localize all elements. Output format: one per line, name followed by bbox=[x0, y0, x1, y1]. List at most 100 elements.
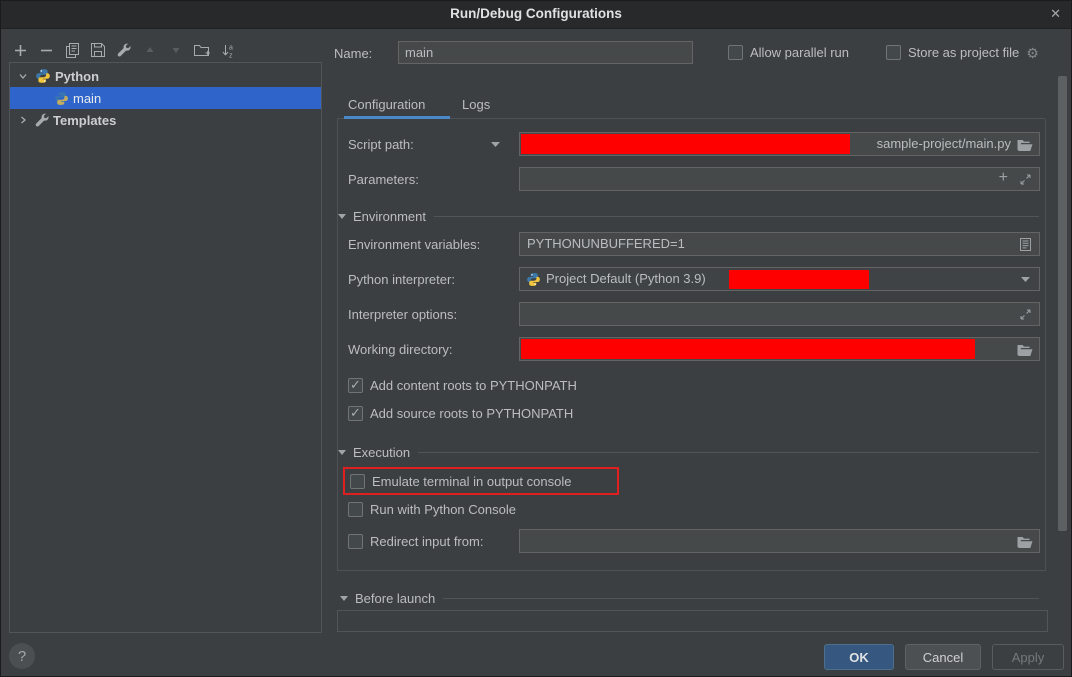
checkbox-box[interactable] bbox=[348, 378, 363, 393]
chevron-down-icon[interactable] bbox=[1021, 277, 1030, 282]
tree-group-templates[interactable]: Templates bbox=[10, 109, 321, 131]
before-launch-section-header: Before launch bbox=[340, 590, 1039, 606]
python-interpreter-label: Python interpreter: bbox=[348, 272, 455, 287]
save-configuration-button[interactable] bbox=[89, 41, 107, 59]
sort-configurations-button[interactable]: az bbox=[219, 41, 237, 59]
interpreter-options-field[interactable] bbox=[519, 302, 1040, 326]
emulate-terminal-checkbox[interactable] bbox=[350, 474, 365, 489]
collapse-caret-icon[interactable] bbox=[340, 596, 348, 601]
environment-section-header: Environment bbox=[338, 208, 1039, 224]
run-python-console-label: Run with Python Console bbox=[370, 502, 516, 517]
checkbox-box[interactable] bbox=[348, 406, 363, 421]
redaction-block bbox=[521, 339, 975, 359]
title-bar: Run/Debug Configurations ✕ bbox=[1, 1, 1071, 29]
gear-icon[interactable]: ⚙ bbox=[1026, 46, 1039, 60]
sort-alphabetically-icon: az bbox=[221, 43, 235, 58]
chevron-right-icon[interactable] bbox=[18, 115, 28, 125]
edit-templates-button[interactable] bbox=[115, 41, 133, 59]
before-launch-task-list[interactable] bbox=[337, 610, 1048, 632]
run-python-console-checkbox[interactable]: Run with Python Console bbox=[348, 502, 516, 517]
new-folder-button[interactable] bbox=[193, 41, 211, 59]
section-rule bbox=[418, 452, 1039, 453]
move-up-button[interactable] bbox=[141, 41, 159, 59]
python-interpreter-value: Project Default (Python 3.9) bbox=[546, 271, 706, 286]
python-interpreter-combobox[interactable]: Project Default (Python 3.9) bbox=[519, 267, 1040, 291]
collapse-caret-icon[interactable] bbox=[338, 214, 346, 219]
expand-icon[interactable] bbox=[1020, 174, 1031, 185]
tree-group-python[interactable]: Python bbox=[10, 65, 321, 87]
vertical-scrollbar[interactable] bbox=[1058, 76, 1067, 531]
parameters-field[interactable]: + bbox=[519, 167, 1040, 191]
add-source-roots-checkbox[interactable]: Add source roots to PYTHONPATH bbox=[348, 406, 573, 421]
environment-variables-label: Environment variables: bbox=[348, 237, 480, 252]
add-content-roots-checkbox[interactable]: Add content roots to PYTHONPATH bbox=[348, 378, 577, 393]
active-tab-underline bbox=[344, 116, 450, 119]
browse-variables-icon[interactable] bbox=[1020, 238, 1031, 251]
name-input[interactable] bbox=[398, 41, 693, 64]
folder-icon[interactable] bbox=[1017, 344, 1033, 357]
wrench-icon bbox=[117, 43, 131, 57]
apply-button[interactable]: Apply bbox=[992, 644, 1064, 670]
tree-item-main[interactable]: main bbox=[10, 87, 321, 109]
arrow-up-icon bbox=[144, 44, 156, 56]
working-directory-field[interactable] bbox=[519, 337, 1040, 361]
tab-logs[interactable]: Logs bbox=[462, 97, 490, 117]
store-as-project-file-label: Store as project file bbox=[908, 45, 1019, 60]
copy-configuration-button[interactable] bbox=[63, 41, 81, 59]
checkbox-box[interactable] bbox=[348, 534, 363, 549]
checkbox-box[interactable] bbox=[728, 45, 743, 60]
environment-variables-field[interactable]: PYTHONUNBUFFERED=1 bbox=[519, 232, 1040, 256]
checkbox-box[interactable] bbox=[886, 45, 901, 60]
script-path-label: Script path: bbox=[348, 137, 414, 152]
script-path-field[interactable]: sample-project/main.py bbox=[519, 132, 1040, 156]
redaction-block bbox=[729, 270, 869, 289]
redirect-input-field[interactable] bbox=[519, 529, 1040, 553]
copy-icon bbox=[65, 43, 80, 58]
interpreter-options-label: Interpreter options: bbox=[348, 307, 457, 322]
chevron-down-icon[interactable] bbox=[18, 71, 28, 81]
cancel-button[interactable]: Cancel bbox=[905, 644, 981, 670]
remove-configuration-button[interactable] bbox=[37, 41, 55, 59]
tree-item-main-label: main bbox=[73, 91, 101, 106]
ok-button[interactable]: OK bbox=[824, 644, 894, 670]
tree-group-templates-label: Templates bbox=[53, 113, 116, 128]
dialog-title: Run/Debug Configurations bbox=[1, 6, 1071, 21]
add-configuration-button[interactable] bbox=[11, 41, 29, 59]
store-as-project-file-checkbox[interactable]: Store as project file ⚙ bbox=[886, 45, 1039, 60]
add-icon[interactable]: + bbox=[999, 169, 1008, 187]
collapse-caret-icon[interactable] bbox=[338, 450, 346, 455]
help-icon: ? bbox=[18, 648, 26, 665]
script-path-value: sample-project/main.py bbox=[877, 136, 1011, 151]
allow-parallel-run-checkbox[interactable]: Allow parallel run bbox=[728, 45, 849, 60]
chevron-down-icon[interactable] bbox=[491, 142, 500, 147]
redirect-input-checkbox[interactable]: Redirect input from: bbox=[348, 534, 483, 549]
checkbox-box[interactable] bbox=[348, 502, 363, 517]
working-directory-label: Working directory: bbox=[348, 342, 453, 357]
content-border-right bbox=[1045, 119, 1046, 570]
allow-parallel-run-label: Allow parallel run bbox=[750, 45, 849, 60]
run-debug-configurations-dialog: Run/Debug Configurations ✕ az Python bbox=[0, 0, 1072, 677]
redaction-block bbox=[521, 134, 850, 154]
python-icon bbox=[526, 272, 541, 287]
minus-icon bbox=[40, 44, 53, 57]
help-button[interactable]: ? bbox=[9, 643, 35, 669]
configurations-tree: Python main Templates bbox=[9, 62, 322, 633]
move-down-button[interactable] bbox=[167, 41, 185, 59]
execution-section-label: Execution bbox=[353, 445, 410, 460]
environment-variables-value: PYTHONUNBUFFERED=1 bbox=[527, 236, 685, 251]
section-rule bbox=[443, 598, 1039, 599]
tab-configuration[interactable]: Configuration bbox=[348, 97, 425, 117]
name-label: Name: bbox=[334, 46, 372, 61]
arrow-down-icon bbox=[170, 44, 182, 56]
svg-text:z: z bbox=[229, 52, 233, 58]
python-icon bbox=[54, 91, 69, 106]
redirect-input-label: Redirect input from: bbox=[370, 534, 483, 549]
before-launch-section-label: Before launch bbox=[355, 591, 435, 606]
folder-icon[interactable] bbox=[1017, 536, 1033, 549]
expand-icon[interactable] bbox=[1020, 309, 1031, 320]
tree-group-python-label: Python bbox=[55, 69, 99, 84]
python-icon bbox=[35, 68, 51, 84]
folder-icon[interactable] bbox=[1017, 139, 1033, 152]
close-icon[interactable]: ✕ bbox=[1050, 6, 1061, 22]
add-source-roots-label: Add source roots to PYTHONPATH bbox=[370, 406, 573, 421]
